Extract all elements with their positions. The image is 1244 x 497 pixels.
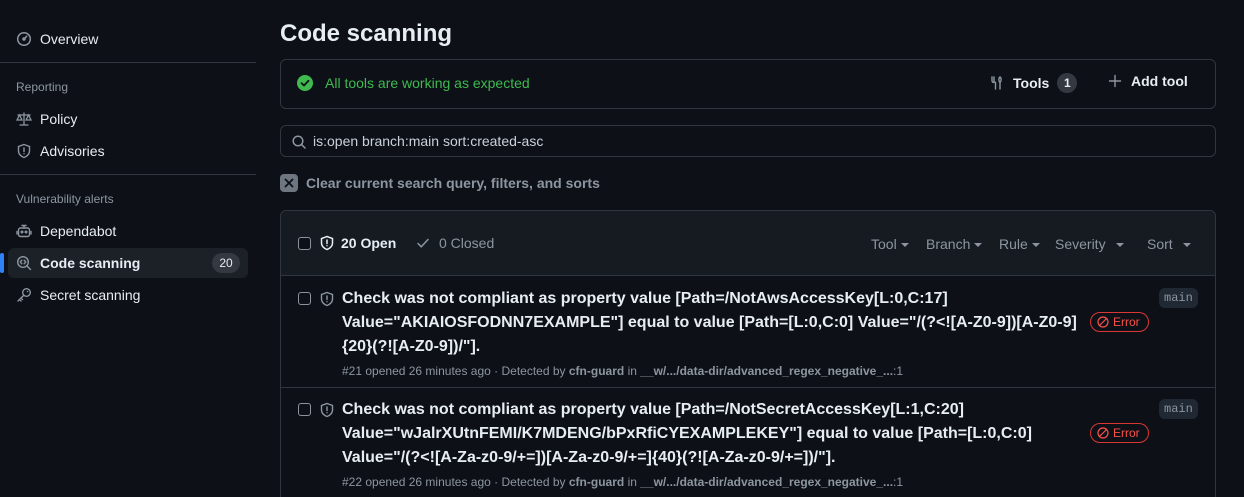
- code-scanning-counter: 20: [212, 253, 240, 273]
- alerts-list: 20 Open 0 Closed Tool Branch Rule Severi…: [280, 210, 1216, 497]
- caret-down-icon: [1031, 242, 1040, 247]
- shield-icon: [320, 235, 334, 251]
- shield-icon: [320, 291, 334, 307]
- tools-label: Tools: [1013, 75, 1050, 91]
- filter-severity-dropdown[interactable]: Severity: [1055, 236, 1124, 252]
- stop-icon: [1097, 427, 1109, 439]
- alert-row[interactable]: Check was not compliant as property valu…: [281, 388, 1215, 497]
- alert-detected-prefix: Detected by: [501, 475, 566, 489]
- alert-meta: #21 opened 26 minutes ago · Detected by …: [342, 364, 904, 378]
- alert-tool[interactable]: cfn-guard: [569, 364, 624, 378]
- sidebar-item-label: Dependabot: [40, 223, 117, 239]
- alert-checkbox[interactable]: [298, 292, 311, 305]
- alert-path[interactable]: __w/.../data-dir/advanced_regex_negative…: [640, 364, 893, 378]
- clear-filters-label: Clear current search query, filters, and…: [306, 175, 600, 191]
- open-count-label: 20 Open: [341, 235, 397, 251]
- check-icon: [417, 238, 429, 248]
- filter-rule-dropdown[interactable]: Rule: [999, 236, 1040, 252]
- add-tool-button[interactable]: Add tool: [1107, 73, 1188, 89]
- sidebar-item-dependabot[interactable]: Dependabot: [8, 216, 248, 246]
- search-input[interactable]: [313, 126, 1203, 156]
- alert-number: #21: [342, 364, 363, 378]
- search-bar: [280, 125, 1216, 157]
- law-icon: [16, 112, 32, 126]
- app: Overview Reporting Policy Advisories Vul…: [0, 0, 1244, 497]
- alert-title-link[interactable]: Check was not compliant as property valu…: [342, 398, 1082, 470]
- search-icon: [292, 135, 306, 149]
- alert-tool[interactable]: cfn-guard: [569, 475, 624, 489]
- tools-status: All tools are working as expected: [297, 75, 530, 91]
- branch-label: main: [1159, 288, 1198, 308]
- branch-label: main: [1159, 399, 1198, 419]
- alert-in-label: in: [627, 364, 637, 378]
- filter-label: Tool: [871, 236, 897, 252]
- codescan-icon: [16, 255, 32, 271]
- severity-label: Error: [1113, 426, 1140, 440]
- alert-line: :1: [893, 364, 904, 378]
- sidebar-item-label: Overview: [40, 31, 99, 47]
- shield-icon: [320, 402, 334, 418]
- alert-detected-prefix: Detected by: [501, 364, 566, 378]
- caret-down-icon: [900, 242, 909, 247]
- severity-label: Error: [1113, 315, 1140, 329]
- page-title: Code scanning: [280, 20, 453, 47]
- sidebar-item-advisories[interactable]: Advisories: [8, 136, 248, 166]
- tools-status-box: All tools are working as expected Tools …: [280, 59, 1216, 109]
- open-alerts-filter[interactable]: 20 Open: [319, 235, 396, 251]
- filter-label: Branch: [926, 236, 971, 252]
- alerts-list-header: 20 Open 0 Closed Tool Branch Rule Severi…: [281, 211, 1215, 276]
- alert-opened: opened 26 minutes ago: [365, 364, 491, 378]
- alert-in-label: in: [627, 475, 637, 489]
- check-circle-icon: [297, 75, 313, 91]
- key-icon: [17, 288, 31, 302]
- filter-sort-dropdown[interactable]: Sort: [1147, 236, 1191, 252]
- alert-title-link[interactable]: Check was not compliant as property valu…: [342, 287, 1082, 359]
- alert-meta: #22 opened 26 minutes ago · Detected by …: [342, 475, 904, 489]
- sidebar-item-label: Secret scanning: [40, 287, 141, 303]
- filter-tool-dropdown[interactable]: Tool: [871, 236, 909, 252]
- caret-down-icon: [1115, 242, 1124, 247]
- alert-line: :1: [893, 475, 904, 489]
- sidebar-divider: [0, 62, 256, 63]
- severity-badge: Error: [1090, 423, 1149, 443]
- sidebar-item-label: Advisories: [40, 143, 105, 159]
- clear-filters-button[interactable]: Clear current search query, filters, and…: [280, 174, 600, 192]
- tools-count-badge: 1: [1057, 73, 1078, 93]
- stop-icon: [1097, 316, 1109, 328]
- caret-down-icon: [1182, 242, 1191, 247]
- plus-icon: [1108, 74, 1122, 88]
- tools-status-text: All tools are working as expected: [325, 75, 530, 91]
- alert-opened: opened 26 minutes ago: [365, 475, 491, 489]
- caret-down-icon: [974, 242, 983, 247]
- filter-label: Sort: [1147, 236, 1173, 252]
- severity-badge: Error: [1090, 312, 1149, 332]
- tools-button[interactable]: Tools 1: [989, 73, 1078, 93]
- select-all-checkbox[interactable]: [298, 237, 311, 250]
- alert-checkbox[interactable]: [298, 403, 311, 416]
- sidebar: Overview Reporting Policy Advisories Vul…: [0, 0, 256, 497]
- meter-icon: [16, 31, 32, 47]
- tools-icon: [991, 76, 1002, 90]
- dependabot-icon: [16, 224, 32, 238]
- sidebar-item-secret-scanning[interactable]: Secret scanning: [8, 280, 248, 310]
- closed-alerts-filter[interactable]: 0 Closed: [415, 235, 494, 251]
- filter-branch-dropdown[interactable]: Branch: [926, 236, 983, 252]
- closed-count-label: 0 Closed: [439, 235, 495, 251]
- sidebar-item-label: Code scanning: [40, 255, 141, 271]
- shield-icon: [17, 143, 31, 159]
- reporting-heading: Reporting: [16, 80, 69, 94]
- vulnerability-alerts-heading: Vulnerability alerts: [16, 192, 114, 206]
- alert-number: #22: [342, 475, 363, 489]
- add-tool-label: Add tool: [1131, 73, 1188, 89]
- sidebar-item-code-scanning[interactable]: Code scanning 20: [0, 248, 248, 278]
- sidebar-divider: [0, 174, 256, 175]
- alert-row[interactable]: Check was not compliant as property valu…: [281, 277, 1215, 388]
- close-icon: [280, 174, 298, 192]
- sidebar-item-policy[interactable]: Policy: [8, 104, 248, 134]
- filter-label: Rule: [999, 236, 1028, 252]
- alert-path[interactable]: __w/.../data-dir/advanced_regex_negative…: [640, 475, 893, 489]
- sidebar-item-label: Policy: [40, 111, 78, 127]
- filter-label: Severity: [1055, 236, 1106, 252]
- sidebar-item-overview[interactable]: Overview: [8, 24, 248, 54]
